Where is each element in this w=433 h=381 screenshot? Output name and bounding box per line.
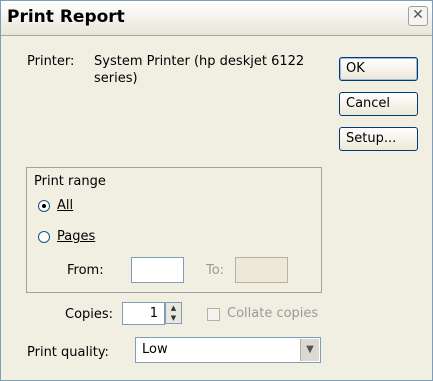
print-report-dialog: Print Report ✕ Printer: System Printer (… (0, 0, 433, 381)
ok-button[interactable]: OK (339, 57, 418, 81)
setup-button[interactable]: Setup... (339, 127, 418, 151)
collate-checkbox[interactable] (207, 308, 220, 321)
collate-label: Collate copies (227, 306, 319, 321)
cancel-button-label: Cancel (346, 96, 391, 111)
print-quality-select[interactable]: Low ▼ (135, 337, 321, 363)
chevron-down-icon[interactable]: ▼ (300, 339, 319, 361)
close-icon[interactable]: ✕ (408, 6, 428, 26)
radio-all[interactable] (38, 200, 50, 212)
radio-pages-label[interactable]: Pages (57, 229, 95, 244)
printer-name-line2: series) (94, 71, 138, 86)
radio-pages[interactable] (38, 231, 50, 243)
to-input[interactable] (235, 257, 288, 283)
copies-input[interactable]: 1 (122, 302, 165, 325)
printer-name-line1: System Printer (hp deskjet 6122 (94, 54, 305, 69)
to-label: To: (206, 263, 225, 278)
window-title: Print Report (7, 7, 125, 27)
print-quality-label: Print quality: (27, 345, 109, 360)
from-label: From: (67, 263, 104, 278)
print-quality-value: Low (142, 342, 168, 357)
title-bar[interactable]: Print Report ✕ (1, 1, 432, 36)
print-range-legend: Print range (34, 174, 106, 189)
copies-value: 1 (149, 306, 158, 321)
printer-label: Printer: (27, 54, 75, 69)
radio-all-label[interactable]: All (57, 198, 73, 213)
setup-button-label: Setup... (346, 131, 397, 146)
from-input[interactable] (131, 257, 184, 283)
spin-up-icon[interactable]: ▲ (166, 303, 181, 313)
spin-down-icon[interactable]: ▼ (166, 313, 181, 323)
copies-spinner[interactable]: ▲ ▼ (165, 302, 182, 324)
cancel-button[interactable]: Cancel (339, 92, 418, 116)
copies-label: Copies: (65, 307, 114, 322)
